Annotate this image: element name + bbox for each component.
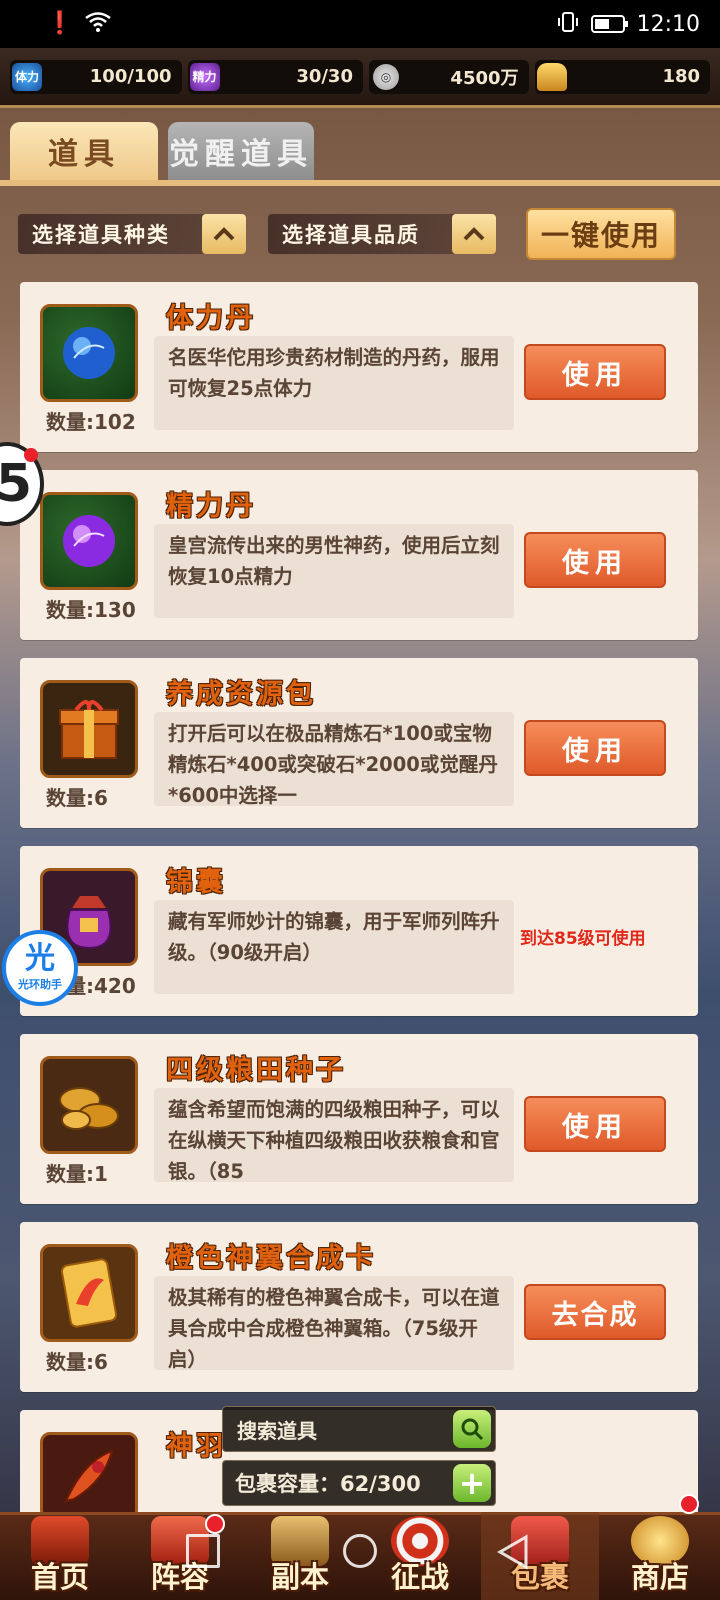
item-quality-label: 选择道具品质 (282, 223, 420, 247)
alert-icon: ❗ (46, 11, 74, 36)
seeds-icon (40, 1056, 138, 1154)
gold-value: 180 (662, 66, 701, 87)
list-item: 数量:102 体力丹 名医华佗用珍贵药材制造的丹药，服用可恢复25点体力 使用 (20, 282, 698, 452)
wing-card-icon (40, 1244, 138, 1342)
one-key-use-button[interactable]: 一键使用 (526, 208, 676, 260)
item-description: 藏有军师妙计的锦囊，用于军师列阵升级。（90级开启） (154, 900, 514, 994)
assistant-float-button[interactable]: 光 光环助手 (2, 930, 78, 1006)
filter-bar: 选择道具种类 选择道具品质 一键使用 (18, 208, 702, 260)
energy-value: 30/30 (296, 66, 353, 87)
item-quality-dropdown[interactable]: 选择道具品质 (268, 214, 496, 254)
list-item: 数量:1 四级粮田种子 蕴含希望而饱满的四级粮田种子，可以在纵横天下种植四级粮田… (20, 1034, 698, 1204)
nav-label: 阵容 (150, 1560, 209, 1594)
nav-home[interactable]: 首页 (1, 1512, 119, 1600)
use-button[interactable]: 使用 (524, 720, 666, 776)
item-name: 橙色神翼合成卡 (166, 1243, 376, 1274)
nav-label: 征战 (390, 1560, 449, 1594)
resource-stamina: 体力 100/100 (10, 59, 182, 94)
nav-dungeon[interactable]: 副本 (241, 1512, 359, 1600)
treasure-chest-icon (40, 680, 138, 778)
nav-bag[interactable]: 包裹 (481, 1512, 599, 1600)
resource-gold: 180 (534, 59, 711, 94)
item-quantity: 数量:6 (46, 786, 108, 810)
nav-lineup[interactable]: 阵容 (121, 1512, 239, 1600)
list-item: 数量:130 精力丹 皇宫流传出来的男性神药，使用后立刻恢复10点精力 使用 (20, 470, 698, 640)
use-button[interactable]: 使用 (524, 532, 666, 588)
search-items-field[interactable]: 搜索道具 (222, 1406, 496, 1452)
item-quantity: 数量:1 (46, 1162, 108, 1186)
item-name: 体力丹 (166, 303, 256, 334)
synthesize-button[interactable]: 去合成 (524, 1284, 666, 1340)
chevron-up-icon[interactable] (202, 214, 246, 254)
wifi-icon (85, 11, 112, 37)
assistant-label: 光环助手 (18, 978, 62, 991)
item-name: 神羽 (166, 1431, 226, 1462)
use-button[interactable]: 使用 (524, 1096, 666, 1152)
notification-dot (205, 1514, 225, 1534)
resource-silver: ◎ 4500万 (368, 59, 529, 94)
use-button[interactable]: 使用 (524, 344, 666, 400)
nav-campaign[interactable]: 征战 (361, 1512, 479, 1600)
list-item: 数量:6 养成资源包 打开后可以在极品精炼石*100或宝物精炼石*400或突破石… (20, 658, 698, 828)
item-type-dropdown[interactable]: 选择道具种类 (18, 214, 246, 254)
item-quantity: 数量:6 (46, 1350, 108, 1374)
item-type-label: 选择道具种类 (32, 223, 170, 247)
item-description: 蕴含希望而饱满的四级粮田种子，可以在纵横天下种植四级粮田收获粮食和官银。（85 (154, 1088, 514, 1182)
nav-label: 包裹 (510, 1560, 569, 1594)
silver-value: 4500万 (450, 67, 519, 89)
tab-bar: 道具 觉醒道具 (10, 122, 314, 180)
notification-dot (24, 448, 38, 462)
notification-dot (679, 1494, 699, 1514)
nav-label: 首页 (30, 1560, 89, 1594)
silver-coin-icon: ◎ (372, 63, 399, 90)
feather-icon (40, 1432, 138, 1520)
bottom-nav: 首页 阵容 副本 征战 包裹 商店 (0, 1494, 720, 1600)
gold-ingot-icon (536, 62, 567, 91)
item-quantity: 数量:102 (46, 410, 136, 434)
level-requirement-note: 到达85级可使用 (520, 929, 646, 949)
purple-orb-icon (40, 492, 138, 590)
chevron-up-icon[interactable] (452, 214, 496, 254)
status-bar: ❗ 12:10 (0, 0, 720, 48)
nav-shop[interactable]: 商店 (601, 1494, 719, 1600)
stamina-icon: 体力 (12, 62, 42, 91)
assistant-icon: 光 (25, 941, 55, 976)
item-name: 锦囊 (166, 867, 226, 898)
vibrate-icon (557, 11, 579, 38)
resource-bar: 体力 100/100 精力 30/30 ◎ 4500万 180 (0, 48, 720, 108)
item-description: 皇宫流传出来的男性神药，使用后立刻恢复10点精力 (154, 524, 514, 618)
list-item: 数量:6 橙色神翼合成卡 极其稀有的橙色神翼合成卡，可以在道具合成中合成橙色神翼… (20, 1222, 698, 1392)
item-name: 养成资源包 (166, 679, 316, 710)
battery-icon (590, 15, 628, 33)
tab-underline (0, 180, 720, 186)
floating-badge-number: 5 (0, 454, 32, 514)
nav-label: 商店 (630, 1560, 689, 1594)
bag-capacity: 包裹容量：62/300 + (222, 1460, 496, 1506)
search-items-label: 搜索道具 (237, 1418, 317, 1443)
stamina-value: 100/100 (89, 66, 172, 87)
item-name: 精力丹 (166, 491, 256, 522)
list-item: 数量:420 锦囊 藏有军师妙计的锦囊，用于军师列阵升级。（90级开启） 到达8… (20, 846, 698, 1016)
resource-energy: 精力 30/30 (187, 59, 363, 94)
expand-capacity-button[interactable]: + (453, 1464, 491, 1502)
tab-items[interactable]: 道具 (10, 122, 158, 180)
item-description: 打开后可以在极品精炼石*100或宝物精炼石*400或突破石*2000或觉醒丹*6… (154, 712, 514, 806)
clock: 12:10 (636, 11, 700, 37)
bag-capacity-label: 包裹容量：62/300 (235, 1472, 421, 1496)
search-icon[interactable] (453, 1410, 491, 1448)
plus-icon: + (458, 1464, 486, 1502)
blue-orb-icon (40, 304, 138, 402)
item-description: 极其稀有的橙色神翼合成卡，可以在道具合成中合成橙色神翼箱。（75级开启） (154, 1276, 514, 1370)
nav-label: 副本 (270, 1560, 329, 1594)
item-description: 名医华佗用珍贵药材制造的丹药，服用可恢复25点体力 (154, 336, 514, 430)
tab-awaken-items[interactable]: 觉醒道具 (168, 122, 314, 180)
energy-icon: 精力 (189, 62, 220, 91)
item-name: 四级粮田种子 (166, 1055, 346, 1086)
item-quantity: 数量:130 (46, 598, 136, 622)
